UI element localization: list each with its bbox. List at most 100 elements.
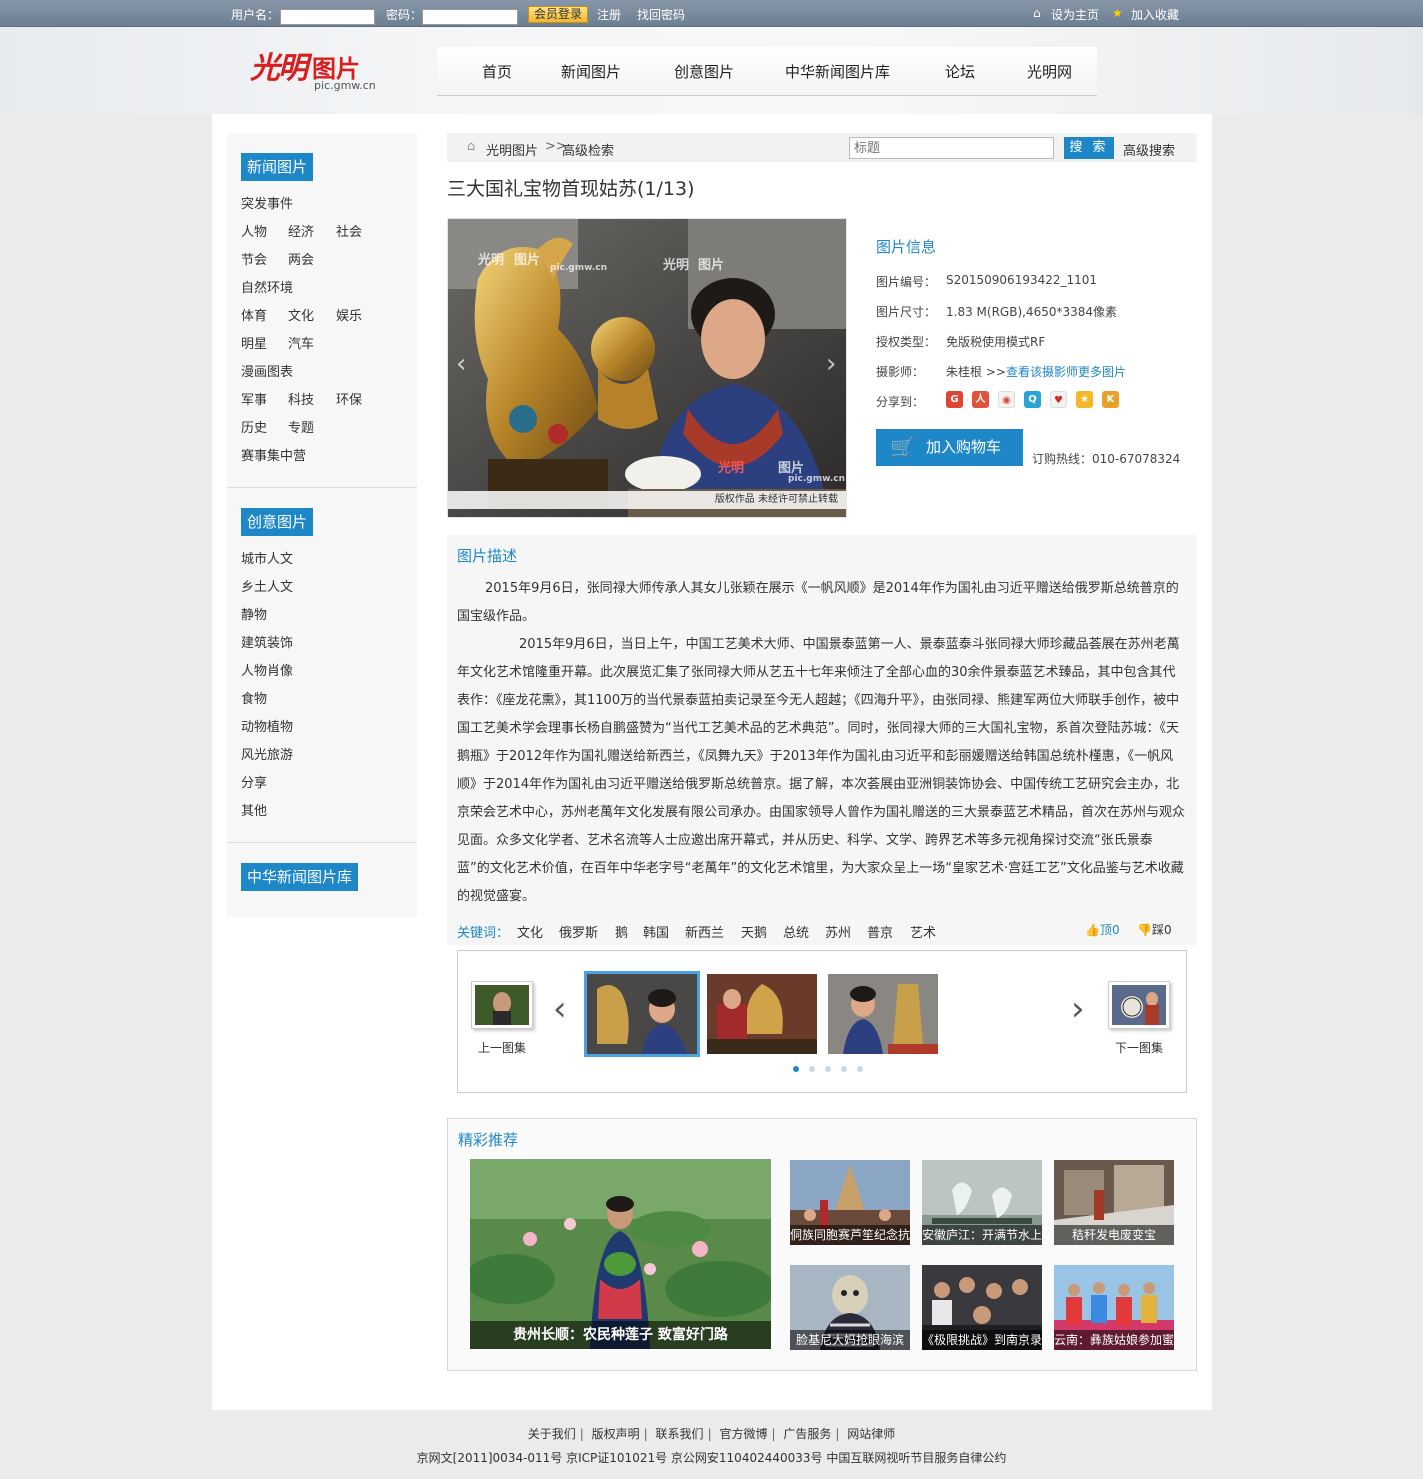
prev-gallery-label[interactable]: 上一图集: [478, 1039, 526, 1056]
nav-china-news-library[interactable]: 中华新闻图片库: [785, 61, 890, 82]
sidebar-item-two-sessions[interactable]: 两会: [288, 249, 314, 268]
kaixin-icon[interactable]: K: [1102, 391, 1119, 408]
carousel-dot[interactable]: [857, 1066, 863, 1072]
main-photo[interactable]: 光明 图片 pic.gmw.cn 光明 图片 光明 图片 pic.gmw.cn …: [447, 218, 847, 518]
set-homepage-link[interactable]: 设为主页: [1051, 6, 1099, 23]
sidebar-item-stars[interactable]: 明星: [241, 333, 267, 352]
recommended-item[interactable]: 安徽庐江：开满节水上: [922, 1160, 1042, 1245]
sidebar-item-society[interactable]: 社会: [336, 221, 362, 240]
keyword-link[interactable]: 艺术: [910, 922, 936, 941]
sidebar-item-environment[interactable]: 环保: [336, 389, 362, 408]
carousel-thumb[interactable]: [584, 971, 700, 1057]
login-button[interactable]: 会员登录: [528, 6, 588, 23]
sidebar-item-portrait[interactable]: 人物肖像: [241, 660, 293, 679]
sidebar-item-travel[interactable]: 风光旅游: [241, 744, 293, 763]
carousel-dot[interactable]: [809, 1066, 815, 1072]
sidebar-item-architecture[interactable]: 建筑装饰: [241, 632, 293, 651]
sidebar-item-comics[interactable]: 漫画图表: [241, 361, 293, 380]
vote-down-button[interactable]: 👎踩0: [1137, 921, 1172, 938]
nav-forum[interactable]: 论坛: [945, 61, 975, 82]
footer-link-copyright[interactable]: 版权声明: [592, 1427, 640, 1441]
sidebar-item-sports[interactable]: 体育: [241, 305, 267, 324]
keyword-link[interactable]: 天鹅: [741, 922, 767, 941]
sidebar-item-entertainment[interactable]: 娱乐: [336, 305, 362, 324]
nav-creative-pictures[interactable]: 创意图片: [674, 61, 734, 82]
tencent-icon[interactable]: Q: [1024, 391, 1041, 408]
sidebar-item-people[interactable]: 人物: [241, 221, 267, 240]
username-input[interactable]: [280, 9, 375, 25]
sidebar-item-events[interactable]: 赛事集中营: [241, 445, 306, 464]
sidebar-item-special[interactable]: 专题: [288, 417, 314, 436]
sidebar-item-cars[interactable]: 汽车: [288, 333, 314, 352]
sidebar-item-still-life[interactable]: 静物: [241, 604, 267, 623]
recommended-item[interactable]: 云南：彝族姑娘参加蜜: [1054, 1265, 1174, 1350]
footer-link-weibo[interactable]: 官方微博: [719, 1427, 767, 1441]
prev-gallery-thumb[interactable]: [471, 981, 533, 1029]
carousel-dot[interactable]: [825, 1066, 831, 1072]
sidebar-item-rural[interactable]: 乡土人文: [241, 576, 293, 595]
sidebar-item-other[interactable]: 其他: [241, 800, 267, 819]
sidebar-item-festival[interactable]: 节会: [241, 249, 267, 268]
next-gallery-thumb[interactable]: [1108, 981, 1170, 1029]
keyword-link[interactable]: 韩国: [643, 922, 669, 941]
sidebar-head-creative[interactable]: 创意图片: [241, 508, 314, 536]
keyword-link[interactable]: 俄罗斯: [559, 922, 598, 941]
baidu-icon[interactable]: ♥: [1050, 391, 1067, 408]
footer-link-contact[interactable]: 联系我们: [656, 1427, 704, 1441]
next-gallery-label[interactable]: 下一图集: [1115, 1039, 1163, 1056]
vote-up-button[interactable]: 👍顶0: [1085, 921, 1120, 938]
sidebar-item-tech[interactable]: 科技: [288, 389, 314, 408]
weibo-icon[interactable]: ◉: [998, 391, 1015, 408]
keyword-link[interactable]: 苏州: [825, 922, 851, 941]
keyword-link[interactable]: 总统: [783, 922, 809, 941]
recommended-item[interactable]: 侗族同胞赛芦笙纪念抗: [790, 1160, 910, 1245]
renren-icon[interactable]: 人: [972, 391, 989, 408]
recommended-feature[interactable]: 贵州长顺：农民种莲子 致富好门路: [470, 1159, 771, 1349]
sidebar-item-nature[interactable]: 自然环境: [241, 277, 293, 296]
photographer-more-link[interactable]: 查看该摄影师更多图片: [1006, 365, 1126, 379]
add-favorite-link[interactable]: 加入收藏: [1131, 6, 1179, 23]
sidebar-item-city[interactable]: 城市人文: [241, 548, 293, 567]
carousel-prev-arrow-icon[interactable]: ‹: [553, 989, 567, 1029]
sidebar-head-news[interactable]: 新闻图片: [241, 153, 314, 181]
sidebar-head-library[interactable]: 中华新闻图片库: [241, 863, 359, 891]
footer-link-about[interactable]: 关于我们: [528, 1427, 576, 1441]
footer-link-ads[interactable]: 广告服务: [783, 1427, 831, 1441]
footer-link-lawyer[interactable]: 网站律师: [847, 1427, 895, 1441]
keyword-link[interactable]: 新西兰: [685, 922, 724, 941]
nav-news-pictures[interactable]: 新闻图片: [561, 61, 621, 82]
sidebar-item-share[interactable]: 分享: [241, 772, 267, 791]
carousel-thumb[interactable]: [828, 974, 938, 1054]
add-to-cart-button[interactable]: 🛒 加入购物车: [876, 429, 1023, 466]
photo-next-arrow-icon[interactable]: ›: [826, 349, 836, 379]
breadcrumb-current[interactable]: 高级检索: [562, 140, 614, 159]
carousel-thumb[interactable]: [707, 974, 817, 1054]
recommended-item[interactable]: 脸基尼大妈抢眼海滨: [790, 1265, 910, 1350]
breadcrumb-home[interactable]: 光明图片: [486, 140, 538, 159]
search-button[interactable]: 搜 索: [1064, 137, 1114, 159]
photo-prev-arrow-icon[interactable]: ‹: [456, 349, 466, 379]
keyword-link[interactable]: 普京: [867, 922, 893, 941]
search-input[interactable]: [849, 137, 1054, 159]
carousel-dot[interactable]: [841, 1066, 847, 1072]
password-input[interactable]: [422, 9, 518, 25]
sidebar-item-food[interactable]: 食物: [241, 688, 267, 707]
register-link[interactable]: 注册: [597, 6, 621, 23]
nav-gmw[interactable]: 光明网: [1027, 61, 1072, 82]
carousel-dot[interactable]: [793, 1066, 799, 1072]
carousel-next-arrow-icon[interactable]: ›: [1071, 989, 1085, 1029]
recommended-item[interactable]: 秸秆发电废变宝: [1054, 1160, 1174, 1245]
google-icon[interactable]: G: [946, 391, 963, 408]
sidebar-item-economy[interactable]: 经济: [288, 221, 314, 240]
sidebar-item-culture[interactable]: 文化: [288, 305, 314, 324]
nav-home[interactable]: 首页: [482, 61, 512, 82]
sidebar-item-animals-plants[interactable]: 动物植物: [241, 716, 293, 735]
qzone-icon[interactable]: ★: [1076, 391, 1093, 408]
sidebar-item-history[interactable]: 历史: [241, 417, 267, 436]
recommended-item[interactable]: 《极限挑战》到南京录: [922, 1265, 1042, 1350]
sidebar-item-military[interactable]: 军事: [241, 389, 267, 408]
site-logo[interactable]: 光明 图片 pic.gmw.cn: [250, 43, 380, 93]
sidebar-item-breaking[interactable]: 突发事件: [241, 193, 293, 212]
advanced-search-link[interactable]: 高级搜索: [1123, 140, 1175, 159]
keyword-link[interactable]: 文化: [517, 922, 543, 941]
